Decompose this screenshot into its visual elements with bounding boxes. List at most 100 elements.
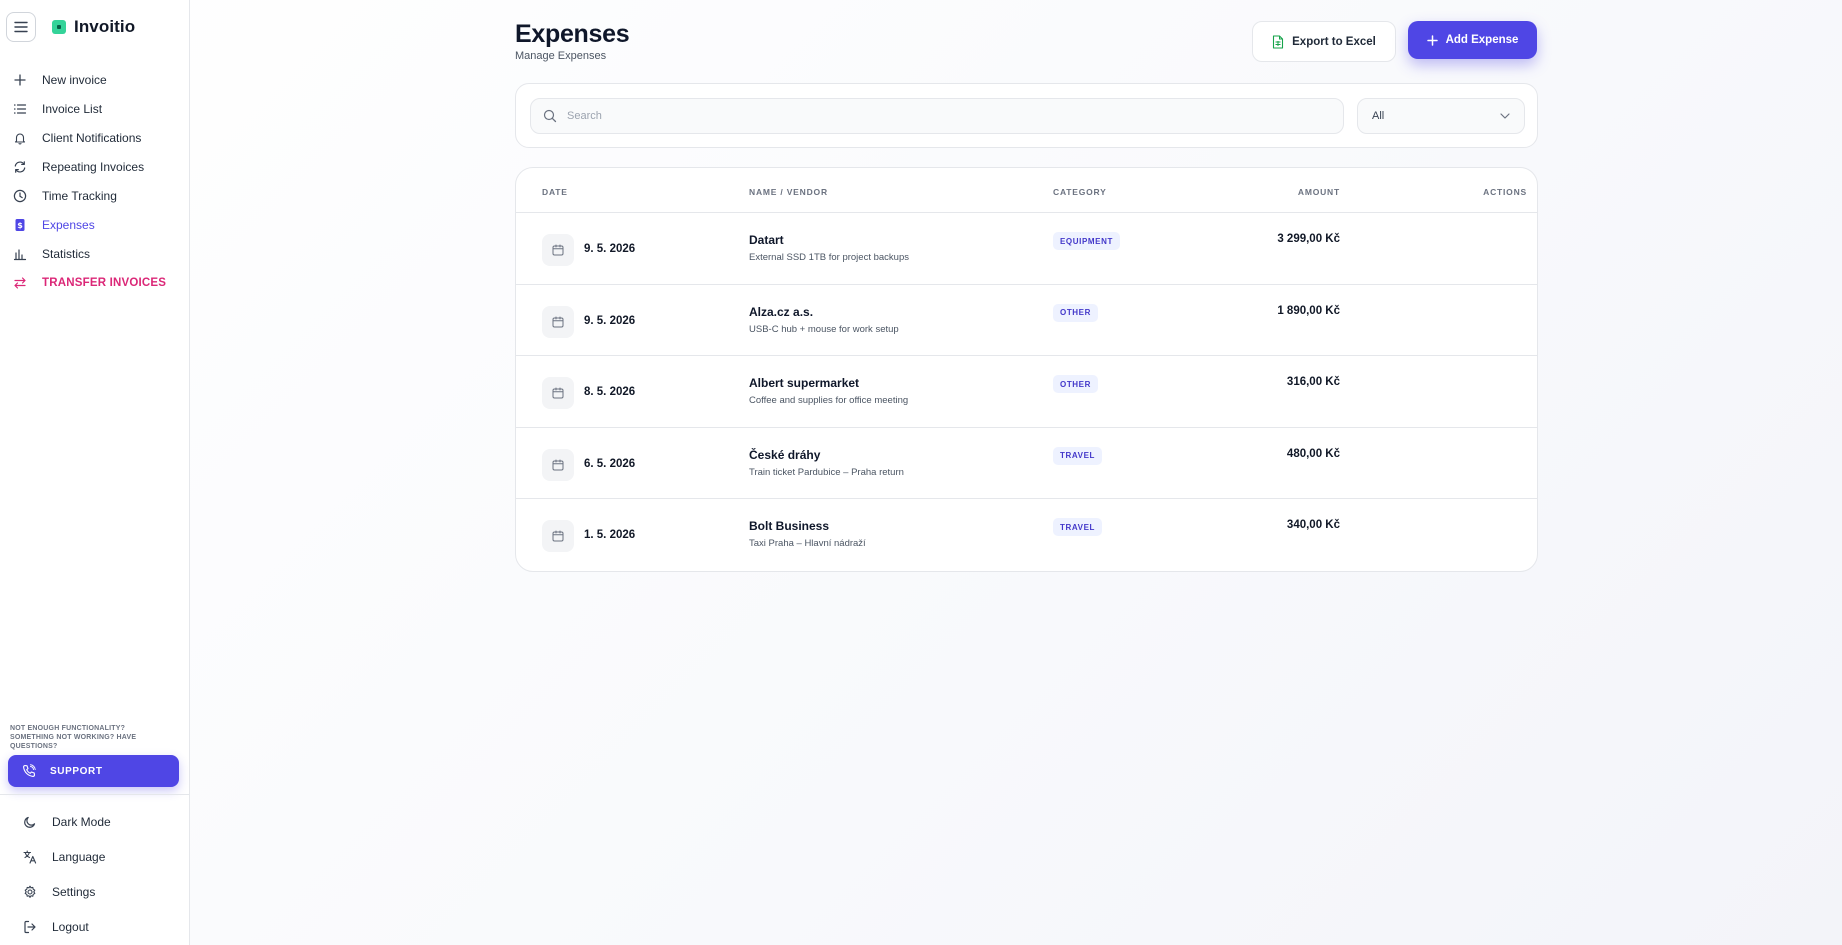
sidebar-divider bbox=[0, 794, 190, 795]
sidebar-item-new-invoice[interactable]: New invoice bbox=[0, 65, 190, 94]
category-badge: EQUIPMENT bbox=[1053, 232, 1120, 250]
category-badge: TRAVEL bbox=[1053, 446, 1103, 465]
calendar-icon bbox=[542, 520, 574, 552]
bar-chart-icon bbox=[12, 246, 28, 262]
plus-icon bbox=[1426, 34, 1438, 46]
search-box bbox=[530, 98, 1344, 134]
moon-icon bbox=[22, 814, 38, 830]
search-icon bbox=[543, 109, 557, 123]
file-spreadsheet-icon bbox=[1272, 34, 1284, 49]
logout-icon bbox=[22, 919, 38, 935]
column-header-amount[interactable]: AMOUNT bbox=[1298, 187, 1340, 197]
row-amount: 3 299,00 Kč bbox=[1277, 233, 1340, 245]
menu-toggle-button[interactable] bbox=[6, 12, 36, 42]
row-date: 6. 5. 2026 bbox=[584, 457, 636, 470]
row-amount: 480,00 Kč bbox=[1286, 447, 1340, 460]
logout-link[interactable]: Logout bbox=[0, 909, 190, 944]
sidebar-item-client-notifications[interactable]: Client Notifications bbox=[0, 123, 190, 152]
svg-text:$: $ bbox=[17, 221, 23, 230]
phone-icon bbox=[22, 764, 36, 778]
sidebar-item-statistics[interactable]: Statistics bbox=[0, 239, 190, 268]
category-filter-select[interactable]: All bbox=[1357, 98, 1525, 134]
clock-icon bbox=[12, 188, 28, 204]
gear-icon bbox=[22, 884, 38, 900]
sidebar-item-invoice-list[interactable]: Invoice List bbox=[0, 94, 190, 123]
brand-name: Invoitio bbox=[74, 17, 136, 36]
logout-label: Logout bbox=[52, 919, 89, 934]
table-row[interactable]: 9. 5. 2026 Alza.cz a.s. USB-C hub + mous… bbox=[516, 285, 1537, 356]
row-description: USB-C hub + mouse for work setup bbox=[749, 323, 899, 335]
support-button[interactable]: SUPPORT bbox=[8, 755, 179, 787]
logo-icon bbox=[52, 20, 66, 34]
table-row[interactable]: 1. 5. 2026 Bolt Business Taxi Praha – Hl… bbox=[516, 499, 1537, 571]
row-date: 8. 5. 2026 bbox=[584, 386, 636, 398]
expenses-table: DATE NAME / VENDOR CATEGORY AMOUNT ACTIO… bbox=[515, 167, 1538, 572]
settings-label: Settings bbox=[52, 884, 96, 899]
receipt-icon: $ bbox=[12, 217, 28, 233]
row-date: 9. 5. 2026 bbox=[584, 243, 636, 255]
column-header-name[interactable]: NAME / VENDOR bbox=[749, 187, 828, 197]
plus-icon bbox=[12, 72, 28, 88]
refresh-icon bbox=[12, 159, 28, 175]
sidebar-nav: New invoice Invoice List Client Notifica… bbox=[0, 65, 190, 297]
calendar-icon bbox=[542, 234, 574, 266]
table-row[interactable]: 6. 5. 2026 České dráhy Train ticket Pard… bbox=[516, 428, 1537, 499]
row-description: Train ticket Pardubice – Praha return bbox=[749, 466, 904, 478]
sidebar-item-label: Invoice List bbox=[42, 101, 103, 116]
sidebar-item-label: Statistics bbox=[42, 246, 91, 261]
sidebar: Invoitio New invoice Invoice List Client… bbox=[0, 0, 190, 945]
category-badge: OTHER bbox=[1053, 303, 1098, 322]
sidebar-item-label: Repeating Invoices bbox=[42, 159, 145, 174]
sidebar-item-label: New invoice bbox=[42, 72, 107, 87]
calendar-icon bbox=[542, 448, 574, 481]
sidebar-item-repeating-invoices[interactable]: Repeating Invoices bbox=[0, 152, 190, 181]
dark-mode-toggle[interactable]: Dark Mode bbox=[0, 804, 190, 839]
search-input[interactable] bbox=[567, 110, 1327, 122]
sidebar-item-expenses[interactable]: $ Expenses bbox=[0, 210, 190, 239]
calendar-icon bbox=[542, 377, 574, 409]
page-subtitle: Manage Expenses bbox=[515, 50, 607, 62]
support-label: SUPPORT bbox=[50, 765, 103, 777]
help-text: NOT ENOUGH FUNCTIONALITY? SOMETHING NOT … bbox=[10, 725, 137, 750]
column-header-category[interactable]: CATEGORY bbox=[1053, 187, 1107, 197]
row-vendor: Albert supermarket bbox=[749, 376, 860, 390]
column-header-date[interactable]: DATE bbox=[542, 187, 568, 197]
sidebar-item-label: Client Notifications bbox=[42, 130, 142, 145]
row-vendor: Bolt Business bbox=[749, 519, 830, 533]
table-row[interactable]: 9. 5. 2026 Datart External SSD 1TB for p… bbox=[516, 213, 1537, 285]
table-row[interactable]: 8. 5. 2026 Albert supermarket Coffee and… bbox=[516, 356, 1537, 428]
chevron-down-icon bbox=[1500, 113, 1510, 119]
calendar-icon bbox=[542, 305, 574, 338]
language-selector[interactable]: Language bbox=[0, 839, 190, 874]
page-title: Expenses bbox=[515, 20, 630, 48]
translate-icon bbox=[22, 849, 38, 865]
sidebar-item-label: Time Tracking bbox=[42, 188, 117, 203]
row-amount: 316,00 Kč bbox=[1286, 376, 1340, 388]
dark-mode-label: Dark Mode bbox=[52, 814, 111, 829]
row-description: Coffee and supplies for office meeting bbox=[749, 395, 909, 406]
language-label: Language bbox=[52, 849, 106, 864]
category-badge: OTHER bbox=[1053, 375, 1098, 393]
row-date: 9. 5. 2026 bbox=[584, 314, 636, 327]
export-to-excel-button[interactable]: Export to Excel bbox=[1252, 21, 1396, 62]
settings-link[interactable]: Settings bbox=[0, 874, 190, 909]
row-amount: 340,00 Kč bbox=[1286, 519, 1340, 531]
transfer-icon bbox=[12, 275, 28, 291]
category-filter-value: All bbox=[1372, 110, 1385, 122]
filter-bar: All bbox=[515, 83, 1538, 148]
column-header-actions: ACTIONS bbox=[1483, 187, 1527, 197]
sidebar-item-time-tracking[interactable]: Time Tracking bbox=[0, 181, 190, 210]
sidebar-item-label: TRANSFER INVOICES bbox=[42, 276, 167, 289]
sidebar-item-label: Expenses bbox=[42, 217, 95, 232]
category-badge: TRAVEL bbox=[1053, 518, 1103, 536]
row-vendor: České dráhy bbox=[749, 447, 821, 462]
sidebar-item-transfer-invoices[interactable]: TRANSFER INVOICES bbox=[0, 268, 190, 297]
list-icon bbox=[12, 101, 28, 117]
add-expense-button[interactable]: Add Expense bbox=[1408, 21, 1537, 59]
add-expense-label: Add Expense bbox=[1445, 34, 1519, 46]
bell-icon bbox=[12, 130, 28, 146]
export-label: Export to Excel bbox=[1292, 35, 1376, 48]
sidebar-bottom-nav: Dark Mode Language Settings Logout bbox=[0, 804, 190, 944]
row-vendor: Datart bbox=[749, 233, 784, 247]
row-description: External SSD 1TB for project backups bbox=[749, 252, 909, 263]
